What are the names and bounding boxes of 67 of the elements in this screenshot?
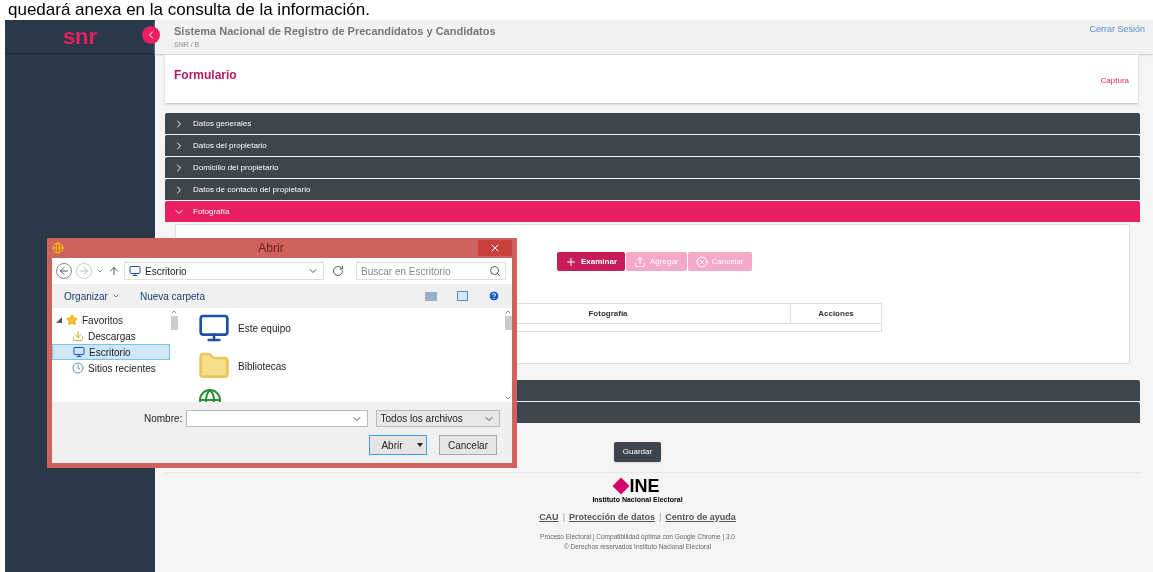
dropdown-arrow-icon[interactable] xyxy=(417,443,423,447)
app-title: Sistema Nacional de Registro de Precandidatos y Candidatos xyxy=(174,24,496,39)
view-options-icon[interactable] xyxy=(425,291,437,301)
file-type-text: Todos los archivos xyxy=(380,412,464,426)
tree-item[interactable]: Sitios recientes xyxy=(52,360,170,376)
refresh-icon[interactable] xyxy=(332,265,344,277)
scroll-up-icon[interactable] xyxy=(170,308,178,316)
dialog-title: Abrir xyxy=(258,240,284,257)
open-button[interactable]: Abrir xyxy=(369,435,427,455)
action-button[interactable]: Examinar xyxy=(557,252,626,271)
link-separator: | xyxy=(659,510,662,524)
new-folder-button[interactable]: Nueva carpeta xyxy=(139,288,205,304)
search-icon xyxy=(489,265,501,277)
preview-pane-icon[interactable] xyxy=(457,291,468,301)
accordion-header[interactable]: Domicilio del propietario xyxy=(165,157,1140,178)
desktop-icon xyxy=(73,346,85,358)
recent-icon xyxy=(72,362,84,374)
tree-item[interactable]: Favoritos xyxy=(82,312,124,328)
app-logo: snr xyxy=(62,25,98,48)
computer-icon xyxy=(198,312,230,344)
download-folder-icon xyxy=(72,330,84,342)
file-name-field[interactable] xyxy=(186,410,368,427)
address-bar[interactable]: Escritorio xyxy=(124,262,324,280)
organize-menu[interactable]: Organizar xyxy=(64,288,120,304)
file-item[interactable]: Bibliotecas xyxy=(198,350,504,382)
scroll-up-icon[interactable] xyxy=(504,308,512,316)
save-button[interactable]: Guardar xyxy=(613,442,662,462)
cancel-button[interactable]: Cancelar xyxy=(439,435,497,455)
panel-title: Fotografía xyxy=(193,205,230,218)
accordion-header[interactable]: Datos generales xyxy=(165,113,1140,134)
footer-link[interactable]: Protección de datos xyxy=(568,510,655,524)
panel-title: Datos generales xyxy=(193,117,252,130)
close-button[interactable] xyxy=(478,240,512,256)
link-separator: | xyxy=(562,510,565,524)
accordion-header[interactable]: Datos del propietario xyxy=(165,135,1140,156)
star-icon xyxy=(66,314,78,326)
section-label: Captura xyxy=(1100,75,1129,87)
footer-link[interactable]: CAU xyxy=(539,510,559,524)
panel-title: Domicilio del propietario xyxy=(193,161,279,174)
panel-title: Datos del propietario xyxy=(193,139,267,152)
tree-item[interactable]: Escritorio xyxy=(52,344,170,360)
scroll-thumb[interactable] xyxy=(504,316,512,330)
footer-link[interactable]: Centro de ayuda xyxy=(665,510,736,524)
accordion-header[interactable]: Datos de contacto del propietario xyxy=(165,179,1140,200)
help-icon[interactable] xyxy=(488,290,500,302)
accordion-header[interactable]: Fotografía xyxy=(165,201,1140,222)
address-text: Escritorio xyxy=(145,264,188,279)
file-type-select[interactable]: Todos los archivos xyxy=(375,410,500,427)
form-title: Formulario xyxy=(174,67,237,84)
caption-text: quedará anexa en la consulta de la información. xyxy=(8,0,370,20)
search-placeholder: Buscar en Escritorio xyxy=(361,264,452,279)
cancel-icon xyxy=(695,255,708,268)
name-label: Nombre: xyxy=(144,412,183,426)
desktop-icon xyxy=(129,265,141,277)
search-field[interactable]: Buscar en Escritorio xyxy=(356,262,506,280)
tree-item[interactable]: Descargas xyxy=(52,328,170,344)
plus-icon xyxy=(565,255,577,268)
upload-icon xyxy=(634,255,647,268)
close-icon xyxy=(489,242,501,254)
history-caret-icon[interactable] xyxy=(96,267,104,275)
up-icon[interactable] xyxy=(108,265,120,277)
panel-title: Datos de contacto del propietario xyxy=(193,183,311,196)
tree-toggle-icon[interactable] xyxy=(56,317,62,323)
scroll-thumb[interactable] xyxy=(170,316,178,330)
column-header: Acciones xyxy=(817,307,855,320)
scroll-down-icon[interactable] xyxy=(504,394,512,402)
caret-icon xyxy=(111,292,120,300)
